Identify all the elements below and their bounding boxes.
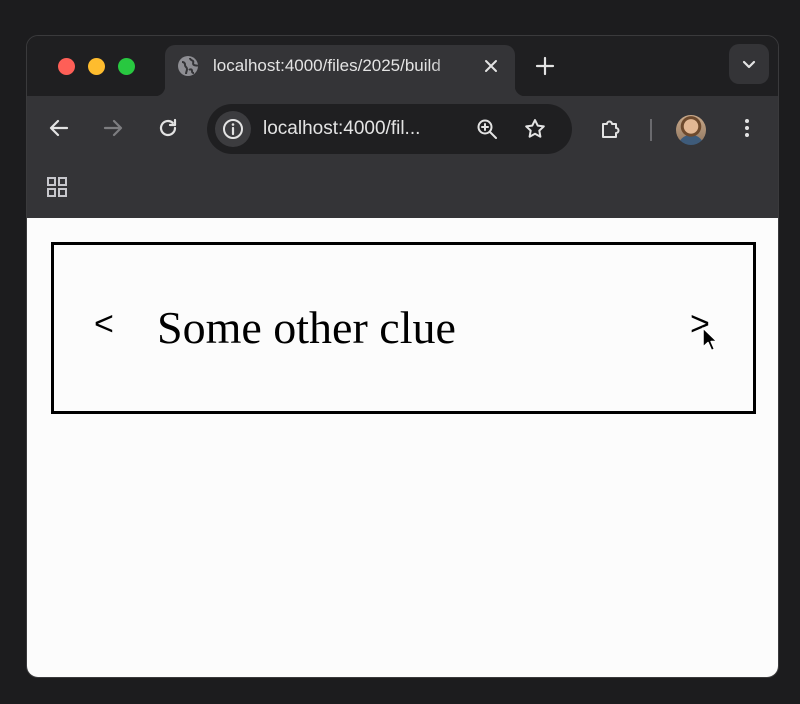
avatar[interactable] [676,115,706,145]
browser-window: localhost:4000/files/2025/build localhos… [26,35,779,678]
arrow-left-icon[interactable] [47,116,71,140]
bookmarks-bar [27,158,778,218]
tab-strip: localhost:4000/files/2025/build [27,36,778,96]
close-window-button[interactable] [58,58,75,75]
toolbar-divider [650,119,652,141]
tab-search-button[interactable] [729,44,769,84]
puzzle-icon[interactable] [599,116,623,140]
close-icon[interactable] [481,56,501,76]
minimize-window-button[interactable] [88,58,105,75]
address-bar[interactable]: localhost:4000/fil... [207,104,572,154]
zoom-window-button[interactable] [118,58,135,75]
kebab-menu-icon[interactable] [735,116,759,140]
plus-icon[interactable] [533,54,557,78]
site-info-button[interactable] [215,111,251,147]
reload-icon[interactable] [156,116,180,140]
prev-clue-button[interactable]: < [94,307,114,341]
arrow-right-icon[interactable] [101,116,125,140]
tab-active[interactable]: localhost:4000/files/2025/build [155,45,525,96]
info-icon [223,119,243,139]
zoom-in-icon[interactable] [475,117,499,141]
chevron-down-icon [742,60,756,69]
apps-grid-icon[interactable] [45,175,69,199]
globe-icon [178,56,199,76]
page-content: < Some other clue > [27,218,778,677]
star-icon[interactable] [523,117,547,141]
tab-title: localhost:4000/files/2025/build [213,56,441,75]
clue-card: < Some other clue > [51,242,756,414]
mouse-cursor-icon [702,327,718,352]
clue-text: Some other clue [157,302,456,353]
toolbar: localhost:4000/fil... [27,96,778,158]
url-text[interactable]: localhost:4000/fil... [263,118,420,140]
